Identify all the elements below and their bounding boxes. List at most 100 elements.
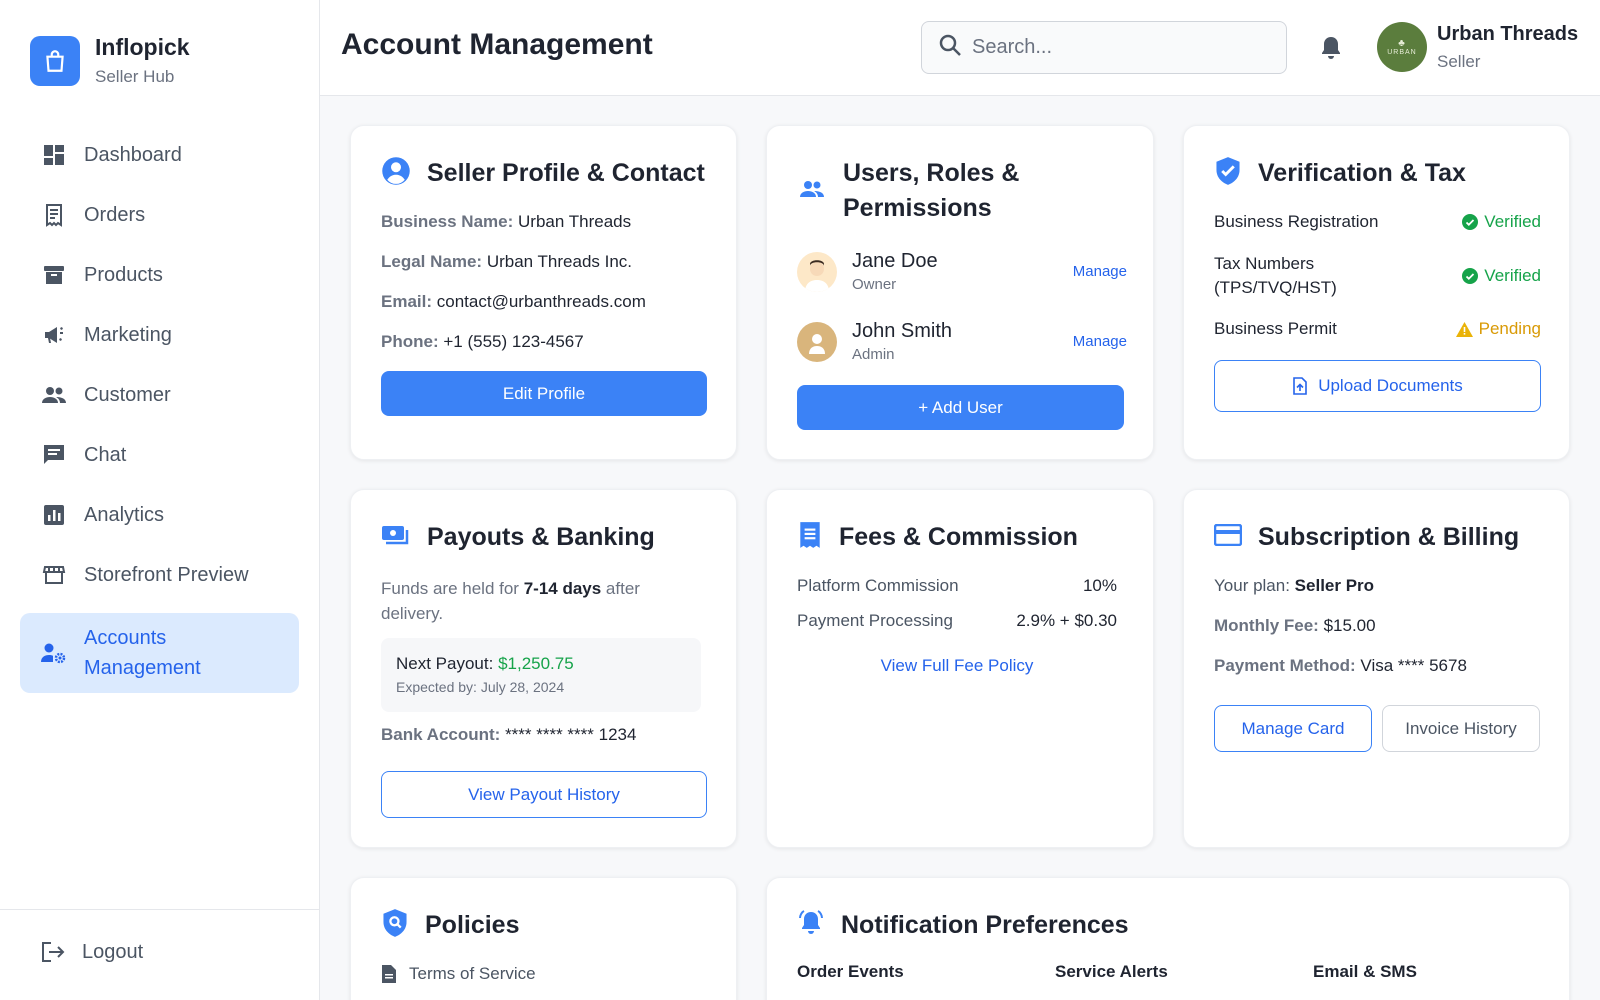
add-user-button[interactable]: + Add User [797, 385, 1124, 430]
policies-card: Policies Terms of Service [350, 877, 737, 1000]
sidebar-item-marketing[interactable]: Marketing [20, 305, 299, 365]
status-text: Verified [1484, 212, 1541, 231]
email-value: contact@urbanthreads.com [436, 292, 646, 311]
user-name: Jane Doe [852, 250, 938, 272]
file-upload-icon [1292, 377, 1308, 395]
verification-item: Tax Numbers (TPS/TVQ/HST) Verified [1214, 252, 1541, 300]
card-title: Seller Profile & Contact [427, 159, 705, 187]
search-input[interactable] [972, 36, 1262, 59]
sidebar-item-dashboard[interactable]: Dashboard [20, 125, 299, 185]
invoice-history-button[interactable]: Invoice History [1382, 705, 1540, 752]
logout-button[interactable]: Logout [40, 940, 143, 964]
plan-label: Your plan: [1214, 576, 1295, 595]
card-title: Fees & Commission [839, 523, 1078, 551]
payouts-banking-card: Payouts & Banking Funds are held for 7-1… [350, 489, 737, 848]
group-icon [797, 177, 827, 206]
avatar: ♣ URBAN [1377, 22, 1427, 72]
sidebar-item-label: Marketing [84, 323, 172, 346]
payout-hold-text: Funds are held for 7-14 days after deliv… [381, 576, 701, 626]
verification-label: Business Permit [1214, 319, 1337, 338]
next-payout-label: Next Payout: [396, 654, 499, 673]
notification-bell-icon[interactable] [1319, 35, 1343, 66]
search-box[interactable] [921, 21, 1287, 74]
fee-row: Payment Processing 2.9% + $0.30 [797, 611, 1117, 631]
verification-label: Business Registration [1214, 212, 1379, 231]
bar-chart-icon [40, 501, 68, 529]
sidebar-item-customer[interactable]: Customer [20, 365, 299, 425]
phone-value: +1 (555) 123-4567 [443, 332, 584, 351]
user-name: John Smith [852, 320, 953, 342]
sidebar-item-chat[interactable]: Chat [20, 425, 299, 485]
email-row: Email: contact@urbanthreads.com [381, 292, 646, 312]
manage-user-link[interactable]: Manage [1073, 263, 1127, 280]
logout-label: Logout [82, 940, 144, 963]
hold-days: 7-14 days [523, 579, 602, 598]
seller-profile-card: Seller Profile & Contact Business Name: … [350, 125, 737, 460]
status-text: Pending [1478, 319, 1541, 338]
verification-tax-card: Verification & Tax Business Registration… [1183, 125, 1570, 460]
fee-value: 10% [1082, 576, 1117, 595]
view-payout-history-button[interactable]: View Payout History [381, 771, 707, 818]
dashboard-icon [40, 141, 68, 169]
sidebar-item-label: Storefront Preview [84, 563, 249, 586]
search-icon [938, 33, 962, 62]
user-menu[interactable]: ♣ URBAN Urban Threads Seller [1377, 22, 1578, 72]
bank-account-label: Bank Account: [381, 725, 501, 744]
user-role: Seller [1437, 51, 1481, 71]
user-role: Owner [852, 276, 897, 293]
view-fee-policy-link[interactable]: View Full Fee Policy [881, 656, 1034, 675]
sidebar-item-accounts-management[interactable]: Accounts Management [20, 613, 299, 693]
policy-link-terms[interactable]: Terms of Service [381, 964, 536, 984]
brand-name: Inflopick [95, 34, 190, 60]
status-badge: Pending [1455, 319, 1541, 339]
status-text: Verified [1484, 266, 1541, 285]
bank-account-value: **** **** **** 1234 [505, 725, 637, 744]
manage-card-button[interactable]: Manage Card [1214, 705, 1372, 752]
expected-date: Expected by: July 28, 2024 [396, 679, 565, 695]
subscription-billing-card: Subscription & Billing Your plan: Seller… [1183, 489, 1570, 848]
people-icon [40, 381, 68, 409]
card-title: Verification & Tax [1258, 159, 1466, 187]
sidebar-item-label: Orders [84, 203, 146, 226]
fee-row: Platform Commission 10% [797, 576, 1117, 596]
next-payout-amount: $1,250.75 [498, 654, 574, 673]
receipt-icon [797, 521, 823, 554]
logout-icon [40, 940, 66, 964]
payments-icon [381, 523, 411, 552]
card-title: Users, Roles & Permissions [843, 159, 1020, 222]
storefront-icon [40, 561, 68, 589]
upload-documents-button[interactable]: Upload Documents [1214, 360, 1541, 412]
sidebar-item-analytics[interactable]: Analytics [20, 485, 299, 545]
phone-row: Phone: +1 (555) 123-4567 [381, 332, 584, 352]
sidebar-item-storefront-preview[interactable]: Storefront Preview [20, 545, 299, 605]
phone-label: Phone: [381, 332, 439, 351]
user-list-item: John Smith Admin Manage [797, 320, 1127, 363]
warning-icon [1455, 321, 1473, 337]
legal-name-value: Urban Threads Inc. [486, 252, 633, 271]
manage-user-link[interactable]: Manage [1073, 333, 1127, 350]
sidebar-item-label: Dashboard [84, 143, 182, 166]
user-list-item: Jane Doe Owner Manage [797, 250, 1127, 293]
status-badge: Verified [1462, 266, 1541, 286]
top-header: Account Management ♣ URBAN Urban Threads… [320, 0, 1600, 96]
monthly-fee-label: Monthly Fee: [1214, 616, 1319, 635]
users-roles-card: Users, Roles & Permissions Jane Doe Owne… [766, 125, 1154, 460]
notification-bell-icon [797, 909, 825, 942]
verification-label: Tax Numbers (TPS/TVQ/HST) [1214, 254, 1337, 297]
sidebar: Inflopick Seller Hub Dashboard Orders Pr… [0, 0, 320, 1000]
sidebar-item-orders[interactable]: Orders [20, 185, 299, 245]
sidebar-item-label: Analytics [84, 503, 165, 526]
bank-account-row: Bank Account: **** **** **** 1234 [381, 725, 636, 745]
policy-label: Terms of Service [409, 964, 536, 983]
shopping-bag-icon [30, 35, 80, 86]
brand[interactable]: Inflopick Seller Hub [30, 34, 190, 87]
sidebar-item-label: Accounts Management [84, 627, 201, 679]
button-label: Upload Documents [1318, 376, 1463, 395]
avatar [797, 251, 837, 292]
edit-profile-button[interactable]: Edit Profile [381, 371, 707, 416]
business-name-label: Business Name: [381, 212, 514, 231]
sidebar-item-products[interactable]: Products [20, 245, 299, 305]
check-circle-icon [1462, 214, 1479, 230]
leaf-icon: ♣ [1398, 38, 1406, 49]
payment-method-row: Payment Method: Visa **** 5678 [1214, 656, 1467, 676]
